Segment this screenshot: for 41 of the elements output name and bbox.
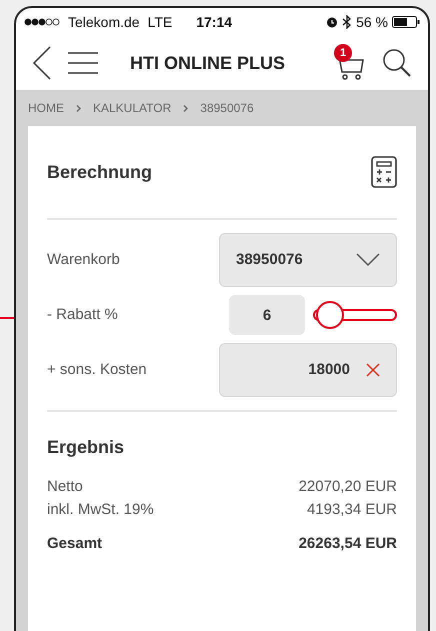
clear-icon[interactable] (366, 363, 380, 377)
chevron-right-icon (76, 104, 81, 112)
chevron-right-icon (183, 104, 188, 112)
network-text: LTE (148, 12, 172, 32)
battery-text: 56 % (356, 12, 388, 32)
field-label: + sons. Kosten (47, 360, 147, 380)
costs-value: 18000 (308, 360, 350, 380)
field-label: - Rabatt % (47, 304, 118, 325)
cart-count-badge: 1 (334, 44, 352, 62)
slider[interactable] (313, 300, 397, 330)
cart-dropdown[interactable]: 38950076 (219, 233, 397, 287)
field-label: Warenkorb (47, 250, 120, 270)
result-value: 22070,20 EUR (298, 477, 397, 497)
app-title: HTI ONLINE PLUS (130, 52, 286, 74)
battery-icon (392, 16, 420, 28)
time-text: 17:14 (196, 12, 232, 32)
back-icon[interactable] (32, 46, 52, 80)
slider-thumb[interactable] (316, 301, 344, 329)
bluetooth-icon (342, 15, 352, 29)
signal-icon (24, 18, 60, 26)
alarm-clock-icon (326, 16, 338, 28)
section-title: Ergebnis (47, 436, 126, 459)
breadcrumb-link[interactable]: KALKULATOR (93, 99, 172, 117)
result-label: Netto (47, 477, 83, 497)
section-title: Berechnung (47, 160, 152, 184)
result-label: Gesamt (47, 534, 102, 554)
costs-field[interactable]: 18000 (219, 343, 397, 397)
chevron-down-icon (356, 253, 380, 267)
result-value: 4193,34 EUR (306, 500, 397, 520)
search-icon[interactable] (382, 48, 412, 78)
breadcrumb-link[interactable]: HOME (28, 99, 64, 117)
leader-line (0, 317, 14, 319)
dropdown-value: 38950076 (236, 250, 303, 270)
cart-button[interactable]: 1 (332, 46, 366, 80)
discount-input[interactable]: 6 (229, 295, 305, 335)
result-value: 26263,54 EUR (298, 534, 397, 554)
result-label: inkl. MwSt. 19% (47, 500, 154, 520)
calculator-icon[interactable] (371, 156, 397, 188)
carrier-text: Telekom.de (68, 12, 140, 32)
breadcrumb-link[interactable]: 38950076 (200, 99, 254, 117)
menu-icon[interactable] (68, 52, 98, 74)
